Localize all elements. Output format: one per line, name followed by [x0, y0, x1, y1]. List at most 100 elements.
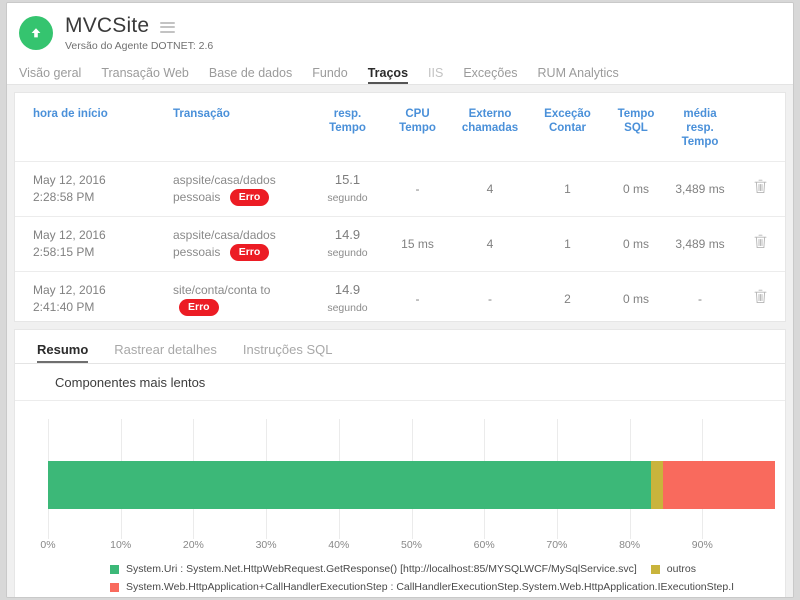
cell-sql-time: 0 ms — [605, 162, 667, 217]
trace-table: hora de início Transação resp. Tempo CPU… — [15, 93, 786, 322]
tab-resumo[interactable]: Resumo — [37, 342, 88, 363]
legend-item-callhandler[interactable]: System.Web.HttpApplication+CallHandlerEx… — [110, 581, 734, 593]
nav-item-fundo[interactable]: Fundo — [312, 66, 347, 84]
x-tick-label: 30% — [256, 539, 277, 551]
table-row[interactable]: May 12, 2016 2:28:58 PM aspsite/casa/dad… — [15, 162, 786, 217]
top-navigation: Visão geral Transação Web Base de dados … — [7, 52, 793, 85]
table-row[interactable]: May 12, 2016 2:58:15 PM aspsite/casa/dad… — [15, 217, 786, 272]
brand-text: MVCSite Versão do Agente DOTNET: 2.6 — [65, 15, 213, 52]
bar-segment-2[interactable] — [663, 461, 775, 509]
status-badge: Erro — [230, 189, 270, 206]
trash-icon[interactable] — [754, 234, 767, 252]
nav-item-excecoes[interactable]: Exceções — [463, 66, 517, 84]
column-header-external-calls-line1: Externo — [469, 108, 512, 120]
column-header-external-calls[interactable]: Externo chamadas — [450, 93, 530, 162]
legend-item-system-uri[interactable]: System.Uri : System.Net.HttpWebRequest.G… — [110, 563, 637, 575]
stacked-bar[interactable] — [48, 461, 775, 509]
trash-icon[interactable] — [754, 289, 767, 307]
column-header-cpu-time[interactable]: CPU Tempo — [385, 93, 450, 162]
column-header-resp-time-line2: Tempo — [329, 122, 366, 134]
panel-title: Componentes mais lentos — [15, 364, 785, 401]
tab-instrucoes-sql[interactable]: Instruções SQL — [243, 342, 333, 363]
cell-cpu-time: - — [385, 272, 450, 323]
cell-start-date: May 12, 2016 — [33, 282, 151, 299]
column-header-resp-time-line1: resp. — [334, 108, 362, 120]
cell-start-time: May 12, 2016 2:58:15 PM — [15, 217, 155, 272]
column-header-avg-resp-time-line1: média — [683, 108, 716, 120]
x-tick-label: 80% — [619, 539, 640, 551]
table-row[interactable]: May 12, 2016 2:41:40 PM site/conta/conta… — [15, 272, 786, 323]
transaction-name[interactable]: site/conta/conta to — [173, 283, 270, 297]
cell-resp-time: 14.9 segundo — [310, 272, 385, 323]
cell-avg-resp-time: 3,489 ms — [667, 162, 733, 217]
chart-legend: System.Uri : System.Net.HttpWebRequest.G… — [15, 563, 785, 598]
nav-item-rum-analytics[interactable]: RUM Analytics — [538, 66, 619, 84]
cell-exception-count: 2 — [530, 272, 605, 323]
nav-item-base-de-dados[interactable]: Base de dados — [209, 66, 292, 84]
x-tick-label: 40% — [328, 539, 349, 551]
cell-avg-resp-time: 3,489 ms — [667, 217, 733, 272]
column-header-avg-resp-time-line3: Tempo — [682, 136, 719, 148]
column-header-actions — [733, 93, 786, 162]
x-tick-label: 10% — [110, 539, 131, 551]
cell-start-clock: 2:28:58 PM — [33, 189, 151, 206]
column-header-sql-time[interactable]: Tempo SQL — [605, 93, 667, 162]
bar-segment-0[interactable] — [48, 461, 651, 509]
x-tick-label: 70% — [546, 539, 567, 551]
status-badge: Erro — [179, 299, 219, 316]
tab-rastrear-detalhes[interactable]: Rastrear detalhes — [114, 342, 217, 363]
cell-external-calls: 4 — [450, 162, 530, 217]
cell-transaction: aspsite/casa/dados pessoais Erro — [155, 217, 310, 272]
avg-resp-value: - — [698, 292, 702, 306]
cell-cpu-time: - — [385, 162, 450, 217]
agent-version-label: Versão do Agente DOTNET: 2.6 — [65, 40, 213, 52]
x-tick-label: 50% — [401, 539, 422, 551]
column-header-exception-count-line2: Contar — [549, 122, 586, 134]
avg-resp-value: 3,489 — [675, 182, 705, 196]
column-header-transaction[interactable]: Transação — [155, 93, 310, 162]
app-header: MVCSite Versão do Agente DOTNET: 2.6 Vis… — [7, 3, 793, 85]
column-header-start-time[interactable]: hora de início — [15, 93, 155, 162]
page-body: hora de início Transação resp. Tempo CPU… — [7, 85, 793, 598]
nav-item-tracos[interactable]: Traços — [368, 66, 408, 84]
resp-time-value: 14.9 — [335, 282, 360, 297]
nav-item-iis[interactable]: IIS — [428, 66, 443, 84]
app-title: MVCSite — [65, 15, 149, 37]
avg-resp-unit: ms — [709, 182, 725, 196]
resp-time-unit: segundo — [327, 247, 367, 259]
brand-title-row: MVCSite — [65, 15, 213, 37]
column-header-exception-count-line1: Exceção — [544, 108, 591, 120]
chart-plot-area — [48, 419, 775, 539]
legend-label-callhandler: System.Web.HttpApplication+CallHandlerEx… — [126, 581, 734, 593]
app-window: MVCSite Versão do Agente DOTNET: 2.6 Vis… — [6, 2, 794, 598]
column-header-avg-resp-time-line2: resp. — [686, 122, 714, 134]
x-tick-label: 90% — [692, 539, 713, 551]
column-header-sql-time-line2: SQL — [624, 122, 648, 134]
nav-item-visao-geral[interactable]: Visão geral — [19, 66, 81, 84]
legend-label-outros: outros — [667, 563, 696, 575]
trace-table-card: hora de início Transação resp. Tempo CPU… — [14, 92, 786, 322]
column-header-resp-time[interactable]: resp. Tempo — [310, 93, 385, 162]
cell-actions — [733, 217, 786, 272]
legend-item-outros[interactable]: outros — [651, 563, 696, 575]
cell-actions — [733, 162, 786, 217]
column-header-avg-resp-time[interactable]: média resp. Tempo — [667, 93, 733, 162]
trash-icon[interactable] — [754, 179, 767, 197]
cell-start-time: May 12, 2016 2:41:40 PM — [15, 272, 155, 323]
cell-external-calls: - — [450, 272, 530, 323]
hamburger-menu-icon[interactable] — [160, 22, 175, 33]
nav-item-transacao-web[interactable]: Transação Web — [101, 66, 189, 84]
chart-x-axis-ticks: 0%10%20%30%40%50%60%70%80%90% — [48, 539, 775, 555]
column-header-exception-count[interactable]: Exceção Contar — [530, 93, 605, 162]
cell-start-time: May 12, 2016 2:28:58 PM — [15, 162, 155, 217]
slowest-components-chart: 0%10%20%30%40%50%60%70%80%90% System.Uri… — [15, 401, 785, 598]
cell-sql-time: 0 ms — [605, 272, 667, 323]
legend-label-system-uri: System.Uri : System.Net.HttpWebRequest.G… — [126, 563, 637, 575]
x-tick-label: 20% — [183, 539, 204, 551]
resp-time-value: 14.9 — [335, 227, 360, 242]
cell-exception-count: 1 — [530, 162, 605, 217]
resp-time-unit: segundo — [327, 192, 367, 204]
bar-segment-1[interactable] — [651, 461, 663, 509]
cell-start-date: May 12, 2016 — [33, 172, 151, 189]
column-header-sql-time-line1: Tempo — [618, 108, 655, 120]
